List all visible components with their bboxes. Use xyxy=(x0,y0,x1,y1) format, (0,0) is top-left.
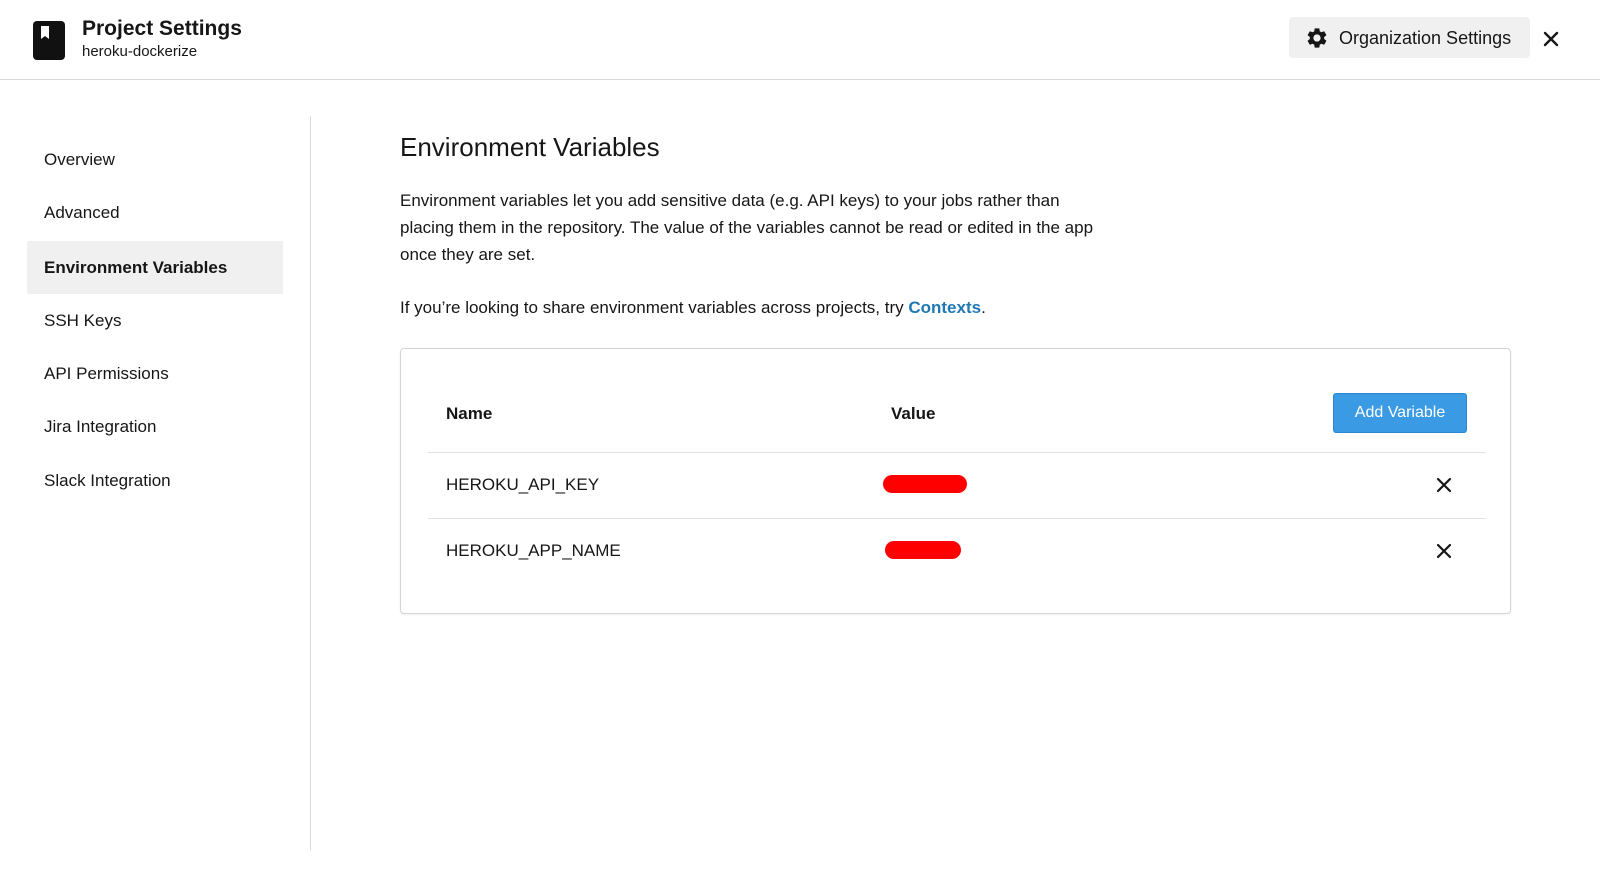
sidebar-item-jira-integration[interactable]: Jira Integration xyxy=(27,400,283,453)
variable-name: HEROKU_APP_NAME xyxy=(446,541,621,560)
sidebar-item-api-permissions[interactable]: API Permissions xyxy=(27,347,283,400)
page-header: Project Settings heroku-dockerize Organi… xyxy=(0,0,1600,80)
contexts-link[interactable]: Contexts xyxy=(908,298,981,317)
gear-icon xyxy=(1307,28,1327,48)
table-row: HEROKU_APP_NAME xyxy=(401,519,1512,584)
variable-name: HEROKU_API_KEY xyxy=(446,475,600,494)
project-name: heroku-dockerize xyxy=(82,43,198,60)
contexts-hint-suffix: . xyxy=(981,298,986,317)
sidebar-divider xyxy=(310,116,311,850)
page-title: Project Settings xyxy=(82,17,242,40)
contexts-hint-prefix: If you’re looking to share environment v… xyxy=(400,298,909,317)
contexts-hint: If you’re looking to share environment v… xyxy=(400,294,1200,321)
organization-settings-button[interactable]: Organization Settings xyxy=(1289,17,1530,58)
delete-variable-icon[interactable] xyxy=(1434,541,1454,561)
redacted-value xyxy=(885,541,961,559)
sidebar-item-slack-integration[interactable]: Slack Integration xyxy=(27,454,283,507)
sidebar-item-advanced[interactable]: Advanced xyxy=(27,186,283,239)
add-variable-button[interactable]: Add Variable xyxy=(1333,393,1467,433)
env-variables-table: Name Value Add Variable HEROKU_API_KEY H… xyxy=(400,348,1511,614)
bookmark-icon xyxy=(33,21,65,60)
sidebar-item-ssh-keys[interactable]: SSH Keys xyxy=(27,294,283,347)
table-row: HEROKU_API_KEY xyxy=(401,453,1512,518)
column-header-value: Value xyxy=(891,404,936,423)
section-title: Environment Variables xyxy=(400,132,660,162)
redacted-value xyxy=(883,475,967,493)
close-icon[interactable] xyxy=(1540,28,1562,50)
sidebar-item-environment-variables[interactable]: Environment Variables xyxy=(27,241,283,294)
settings-sidebar: Overview Advanced Environment Variables … xyxy=(0,80,310,877)
sidebar-item-overview[interactable]: Overview xyxy=(27,133,283,186)
delete-variable-icon[interactable] xyxy=(1434,475,1454,495)
organization-settings-label: Organization Settings xyxy=(1339,28,1512,48)
column-header-name: Name xyxy=(446,404,493,423)
section-description: Environment variables let you add sensit… xyxy=(400,191,1094,264)
